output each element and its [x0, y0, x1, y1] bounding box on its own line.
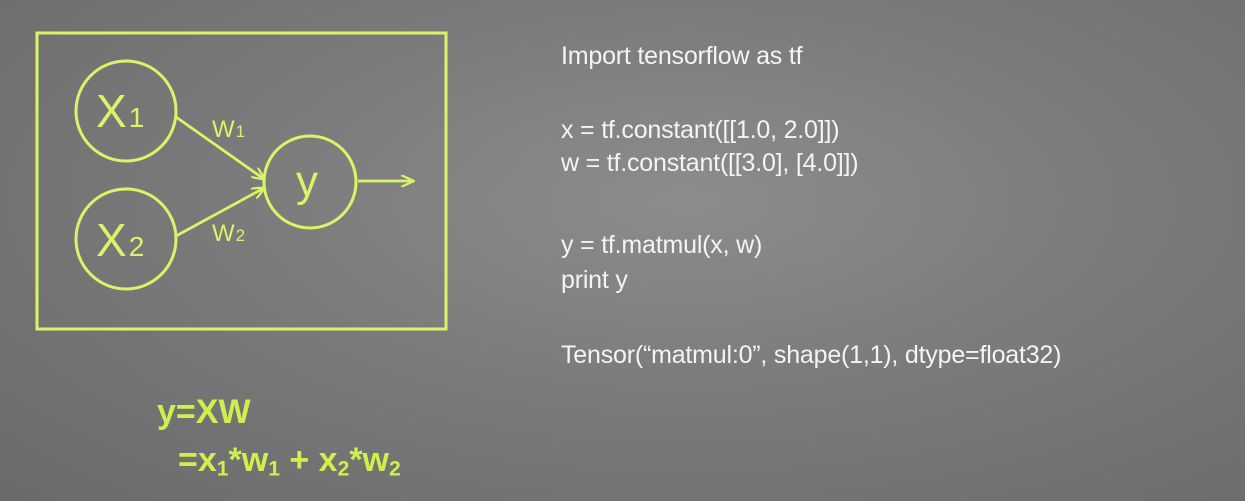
formula-expansion: =x1*w1 + x2*w2: [178, 441, 401, 481]
code-w-constant: w = tf.constant([[3.0], [4.0]]): [561, 149, 859, 177]
output-label-y: y: [296, 157, 318, 206]
code-print-line: print y: [561, 266, 628, 294]
slide: X1 X2 y W1 W2 Import tensorflow as tf x …: [0, 0, 1245, 501]
input-label-x2: X2: [96, 214, 144, 266]
code-import-line: Import tensorflow as tf: [561, 42, 803, 70]
code-matmul-line: y = tf.matmul(x, w): [561, 231, 763, 259]
code-x-constant: x = tf.constant([[1.0, 2.0]]): [561, 116, 840, 144]
formula-y-equals-xw: y=XW: [157, 393, 251, 431]
weight-label-w2: W2: [212, 220, 245, 247]
code-tensor-output: Tensor(“matmul:0”, shape(1,1), dtype=flo…: [561, 341, 1062, 369]
neural-network-diagram: X1 X2 y W1 W2: [35, 31, 448, 331]
weight-label-w1: W1: [212, 116, 245, 143]
input-label-x1: X1: [96, 85, 144, 137]
